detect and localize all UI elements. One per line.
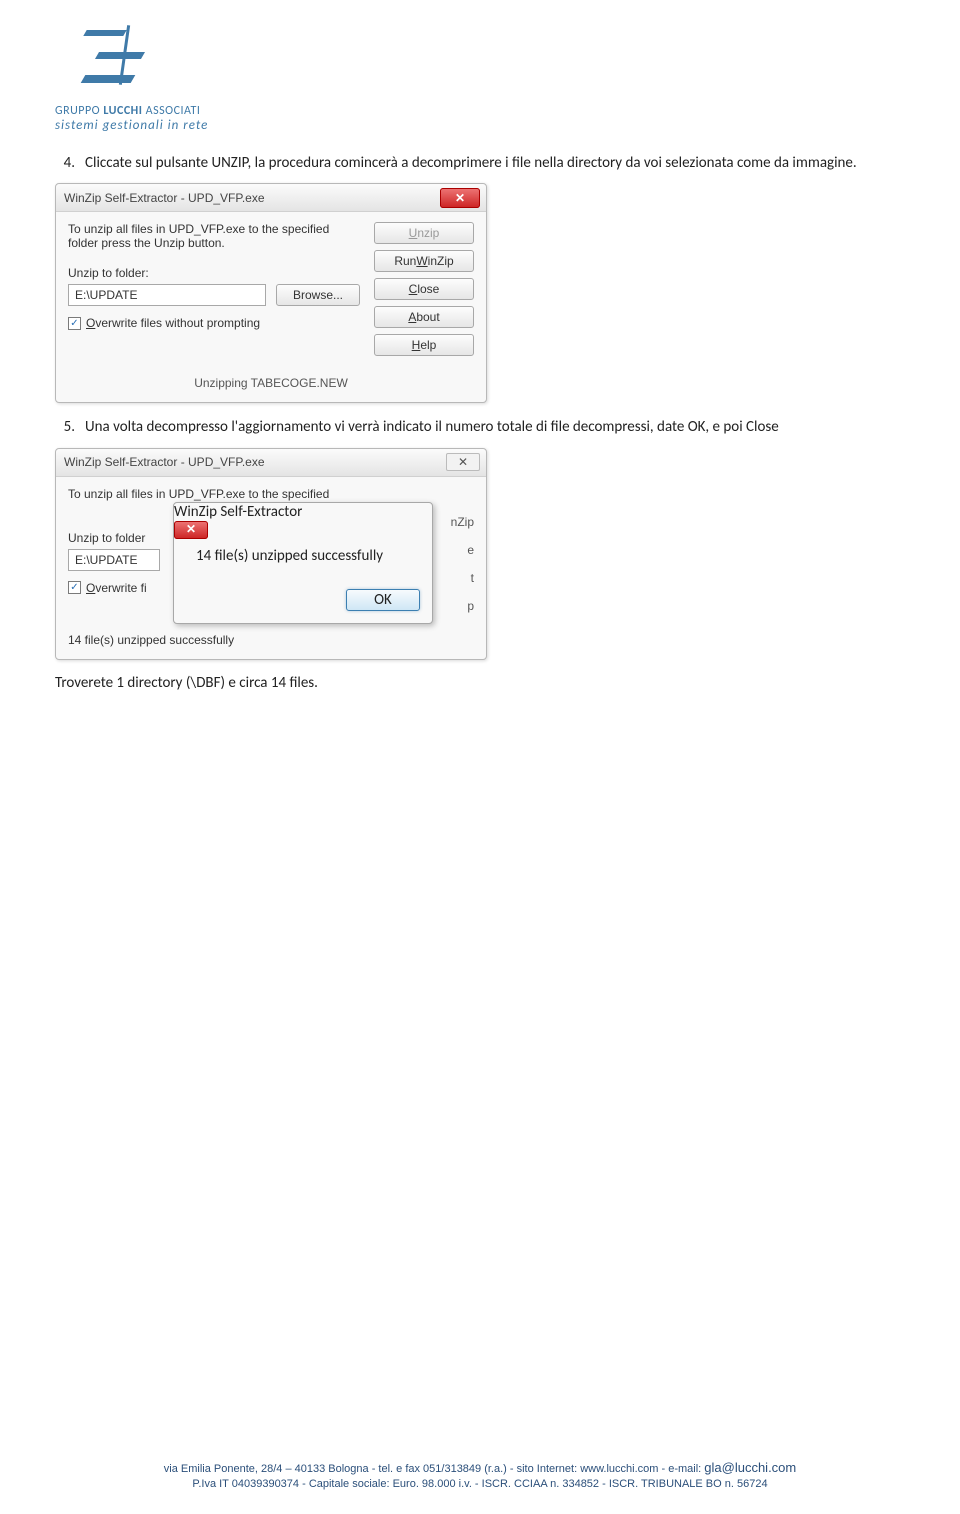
unzip-path-input[interactable]: E:\UPDATE (68, 549, 160, 571)
partial-button-text: e (446, 543, 474, 557)
status-text: 14 file(s) unzipped successfully (68, 633, 474, 647)
step-text: Cliccate sul pulsante UNZIP, la procedur… (85, 153, 905, 173)
instruction-text: To unzip all files in UPD_VFP.exe to the… (68, 222, 360, 250)
window-title: WinZip Self-Extractor - UPD_VFP.exe (64, 455, 446, 469)
dialog-message: 14 file(s) unzipped successfully (186, 547, 420, 565)
winzip-window-with-modal: WinZip Self-Extractor - UPD_VFP.exe ✕ To… (55, 448, 487, 660)
unzip-button[interactable]: Unzip (374, 222, 474, 244)
logo-text-line1: GRUPPO LUCCHI ASSOCIATI (55, 104, 905, 118)
footer-email: gla@lucchi.com (704, 1460, 796, 1475)
unzip-to-label: Unzip to folder: (68, 266, 360, 280)
partial-button-text: t (446, 571, 474, 585)
overwrite-checkbox[interactable]: ✓ Overwrite files without prompting (68, 316, 360, 330)
page-footer: via Emilia Ponente, 28/4 – 40133 Bologna… (0, 1459, 960, 1492)
partial-button-text: nZip (446, 515, 474, 529)
company-logo: GRUPPO LUCCHI ASSOCIATI sistemi gestiona… (55, 20, 905, 133)
status-text: Unzipping TABECOGE.NEW (68, 376, 474, 390)
success-dialog: WinZip Self-Extractor ✕ 14 file(s) unzip… (173, 502, 433, 624)
footer-line2: P.Iva IT 04039390374 - Capitale sociale:… (0, 1477, 960, 1492)
partial-button-text: p (446, 599, 474, 613)
result-note: Troverete 1 directory (\DBF) e circa 14 … (55, 674, 905, 692)
titlebar: WinZip Self-Extractor - UPD_VFP.exe ✕ (56, 184, 486, 212)
checkmark-icon: ✓ (68, 317, 81, 330)
step-number: 5. (55, 417, 75, 437)
browse-button[interactable]: Browse... (276, 284, 360, 306)
close-icon[interactable]: ✕ (440, 188, 480, 208)
winzip-self-extractor-window: WinZip Self-Extractor - UPD_VFP.exe ✕ To… (55, 183, 487, 403)
unzip-path-input[interactable]: E:\UPDATE (68, 284, 266, 306)
titlebar: WinZip Self-Extractor ✕ (174, 503, 432, 531)
step-number: 4. (55, 153, 75, 173)
about-button[interactable]: About (374, 306, 474, 328)
window-title: WinZip Self-Extractor - UPD_VFP.exe (64, 191, 440, 205)
step-text: Una volta decompresso l'aggiornamento vi… (85, 417, 905, 437)
checkmark-icon: ✓ (68, 581, 81, 594)
instruction-step-4: 4. Cliccate sul pulsante UNZIP, la proce… (55, 153, 905, 173)
overwrite-label: Overwrite fi (86, 581, 147, 595)
dialog-title: WinZip Self-Extractor (174, 503, 302, 521)
overwrite-label: Overwrite files without prompting (86, 316, 260, 330)
close-button[interactable]: Close (374, 278, 474, 300)
help-button[interactable]: Help (374, 334, 474, 356)
instruction-text: To unzip all files in UPD_VFP.exe to the… (68, 487, 432, 501)
logo-text-line2: sistemi gestionali in rete (55, 118, 905, 133)
ok-button[interactable]: OK (346, 589, 420, 611)
footer-line1: via Emilia Ponente, 28/4 – 40133 Bologna… (0, 1459, 960, 1477)
instruction-step-5: 5. Una volta decompresso l'aggiornamento… (55, 417, 905, 437)
close-icon[interactable]: ✕ (446, 453, 480, 471)
titlebar: WinZip Self-Extractor - UPD_VFP.exe ✕ (56, 449, 486, 477)
run-winzip-button[interactable]: Run WinZip (374, 250, 474, 272)
logo-mark (75, 20, 155, 100)
